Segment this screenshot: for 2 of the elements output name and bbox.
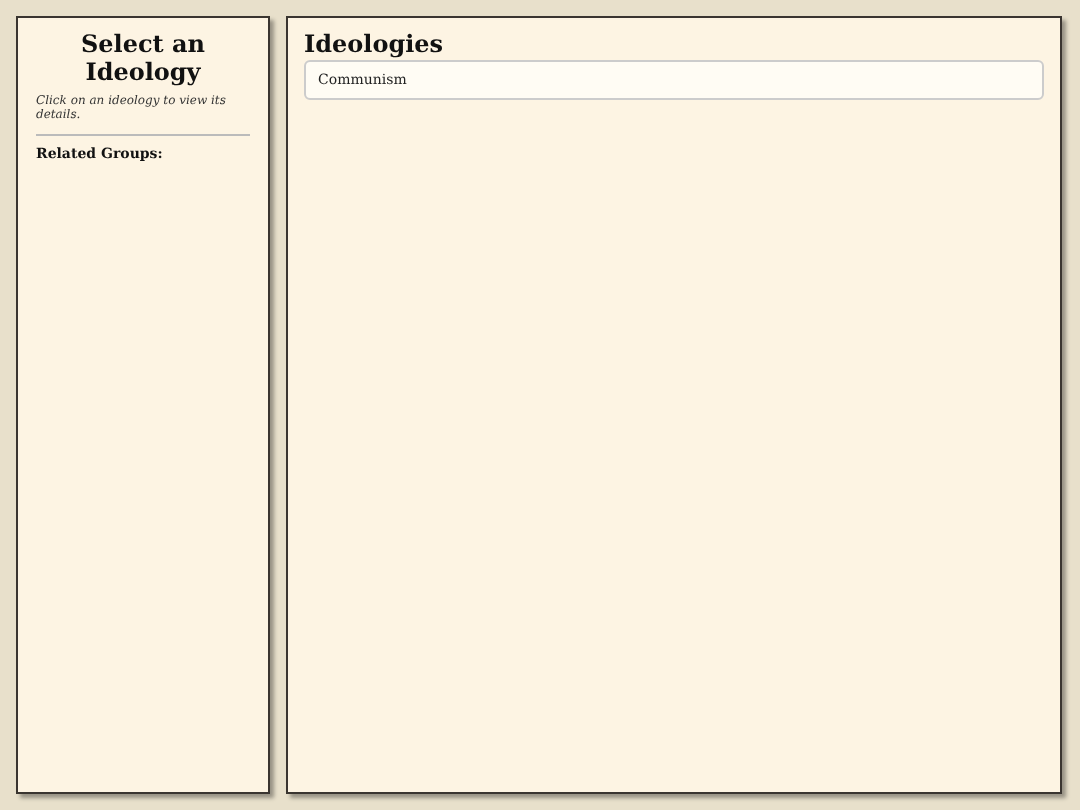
sidebar-title: Select an Ideology: [78, 30, 208, 86]
main-title: Ideologies: [304, 30, 446, 58]
